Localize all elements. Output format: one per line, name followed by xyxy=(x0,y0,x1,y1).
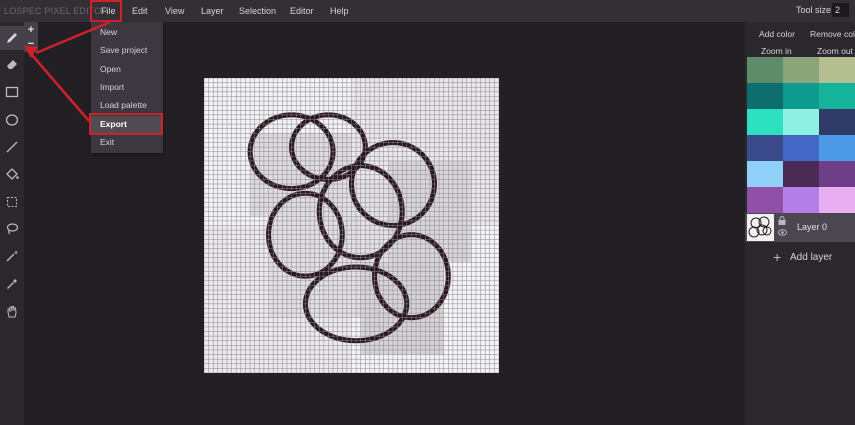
menu-layer[interactable]: Layer xyxy=(201,0,224,22)
decrease-size-button[interactable]: − xyxy=(24,37,38,51)
magic-wand-icon xyxy=(6,250,18,262)
line-icon xyxy=(6,141,18,153)
plus-icon: + xyxy=(773,249,782,265)
export-annotation-box xyxy=(89,113,163,135)
color-swatch[interactable] xyxy=(819,135,855,161)
color-swatch[interactable] xyxy=(783,109,819,135)
file-menu-save-project[interactable]: Save project xyxy=(91,42,163,59)
color-swatch[interactable] xyxy=(783,161,819,187)
eraser-icon xyxy=(7,60,17,69)
file-menu-new[interactable]: New xyxy=(91,24,163,41)
rectangle-icon xyxy=(5,86,19,98)
pixel-canvas[interactable] xyxy=(204,78,499,373)
add-color-button[interactable]: Add color xyxy=(759,29,795,39)
brush-size-buttons: + − xyxy=(24,22,38,52)
menu-bar: LOSPEC PIXEL EDITOR File Edit View Layer… xyxy=(0,0,855,22)
pan-tool[interactable] xyxy=(0,299,24,323)
color-swatch[interactable] xyxy=(747,161,783,187)
pencil-tool[interactable] xyxy=(0,26,24,50)
fill-tool[interactable] xyxy=(0,162,24,186)
color-swatch[interactable] xyxy=(819,83,855,109)
pencil-icon xyxy=(7,33,17,43)
ellipse-tool[interactable] xyxy=(0,108,24,132)
color-swatch[interactable] xyxy=(783,83,819,109)
lasso-icon xyxy=(6,223,19,235)
eyedropper-tool[interactable] xyxy=(0,272,24,296)
file-menu-annotation-box xyxy=(90,0,122,22)
color-swatch[interactable] xyxy=(747,187,783,213)
layer-item[interactable]: Layer 0 xyxy=(745,213,855,242)
menu-edit[interactable]: Edit xyxy=(132,0,148,22)
menu-help[interactable]: Help xyxy=(330,0,349,22)
color-swatch[interactable] xyxy=(783,57,819,83)
color-swatch[interactable] xyxy=(819,187,855,213)
color-swatch[interactable] xyxy=(783,187,819,213)
selection-tool[interactable] xyxy=(0,190,24,214)
ellipse-icon xyxy=(5,114,19,126)
line-tool[interactable] xyxy=(0,135,24,159)
hand-pan-icon xyxy=(7,306,17,318)
color-swatch[interactable] xyxy=(747,83,783,109)
increase-size-button[interactable]: + xyxy=(24,23,38,37)
magic-wand-tool[interactable] xyxy=(0,244,24,268)
menu-editor[interactable]: Editor xyxy=(290,0,314,22)
color-swatch[interactable] xyxy=(819,161,855,187)
menu-selection[interactable]: Selection xyxy=(239,0,276,22)
color-swatch[interactable] xyxy=(747,135,783,161)
tool-bar xyxy=(0,22,24,425)
remove-color-button[interactable]: Remove colo xyxy=(810,29,855,39)
color-swatch[interactable] xyxy=(747,109,783,135)
layer-name: Layer 0 xyxy=(797,222,828,232)
fill-bucket-icon xyxy=(6,168,19,180)
file-menu-open[interactable]: Open xyxy=(91,61,163,78)
canvas-drawing[interactable] xyxy=(204,78,499,373)
color-swatch[interactable] xyxy=(783,135,819,161)
eye-icon[interactable] xyxy=(778,229,787,236)
file-menu-load-palette[interactable]: Load palette xyxy=(91,97,163,114)
file-menu-import[interactable]: Import xyxy=(91,79,163,96)
tool-size-label: Tool size xyxy=(796,5,832,15)
file-menu-exit[interactable]: Exit xyxy=(91,134,163,151)
menu-view[interactable]: View xyxy=(165,0,184,22)
color-swatch[interactable] xyxy=(819,109,855,135)
color-swatch[interactable] xyxy=(747,57,783,83)
eraser-tool[interactable] xyxy=(0,52,24,76)
tool-size-input[interactable] xyxy=(832,3,849,17)
lock-icon[interactable] xyxy=(778,216,786,225)
rectangle-tool[interactable] xyxy=(0,80,24,104)
color-palette xyxy=(747,57,855,213)
layer-thumbnail xyxy=(747,214,774,241)
lasso-tool[interactable] xyxy=(0,217,24,241)
rectangular-selection-icon xyxy=(6,196,18,208)
zoom-in-button[interactable]: Zoom in xyxy=(761,46,792,56)
zoom-out-button[interactable]: Zoom out xyxy=(817,46,853,56)
eyedropper-icon xyxy=(7,279,17,289)
color-swatch[interactable] xyxy=(819,57,855,83)
add-layer-button[interactable]: Add layer xyxy=(790,252,832,263)
